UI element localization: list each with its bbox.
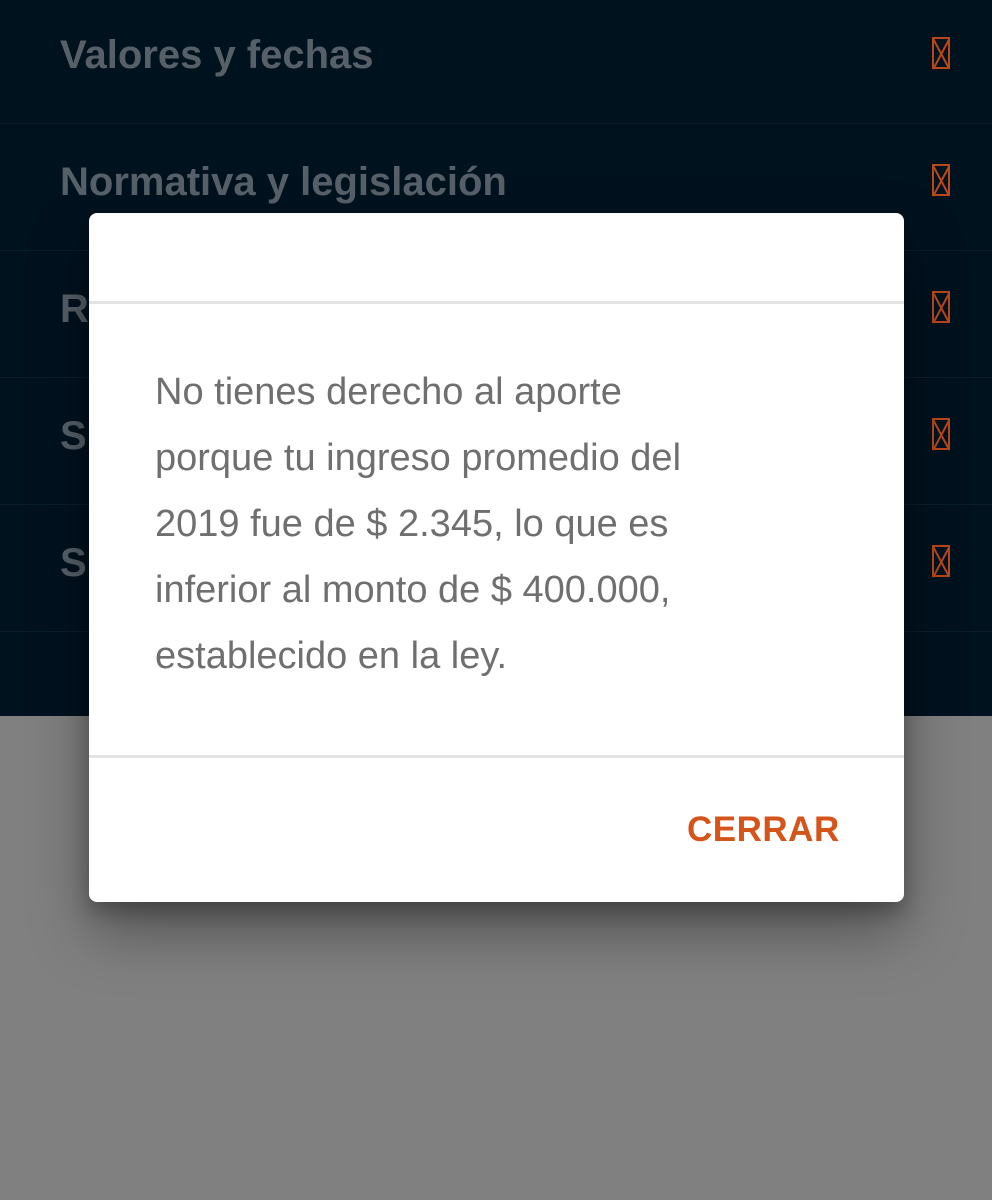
- broken-glyph-icon: [932, 37, 950, 69]
- dialog-message-line: 2019 fue de $ 2.345, lo que es: [155, 503, 669, 545]
- alert-dialog: No tienes derecho al aporte porque tu in…: [89, 213, 904, 902]
- dialog-message: No tienes derecho al aporte porque tu in…: [155, 359, 835, 689]
- dialog-header: [89, 213, 904, 304]
- menu-item-label: Valores y fechas: [60, 33, 374, 77]
- dialog-message-line: porque tu ingreso promedio del: [155, 437, 682, 479]
- dialog-message-line: inferior al monto de $ 400.000,: [155, 569, 671, 611]
- broken-glyph-icon: [932, 545, 950, 577]
- broken-glyph-icon: [932, 418, 950, 450]
- app-screen: Valores y fechas Normativa y legislación…: [0, 0, 992, 1200]
- broken-glyph-icon: [932, 164, 950, 196]
- menu-item-label: S: [60, 414, 87, 458]
- menu-item-label: S: [60, 541, 87, 585]
- menu-item-label: R: [60, 287, 89, 331]
- broken-glyph-icon: [932, 291, 950, 323]
- dialog-message-line: No tienes derecho al aporte: [155, 371, 622, 413]
- close-button[interactable]: CERRAR: [687, 810, 840, 850]
- dialog-divider: [89, 755, 904, 758]
- menu-item-valores-y-fechas[interactable]: Valores y fechas: [0, 0, 992, 124]
- menu-item-label: Normativa y legislación: [60, 160, 507, 204]
- dialog-message-line: establecido en la ley.: [155, 635, 508, 677]
